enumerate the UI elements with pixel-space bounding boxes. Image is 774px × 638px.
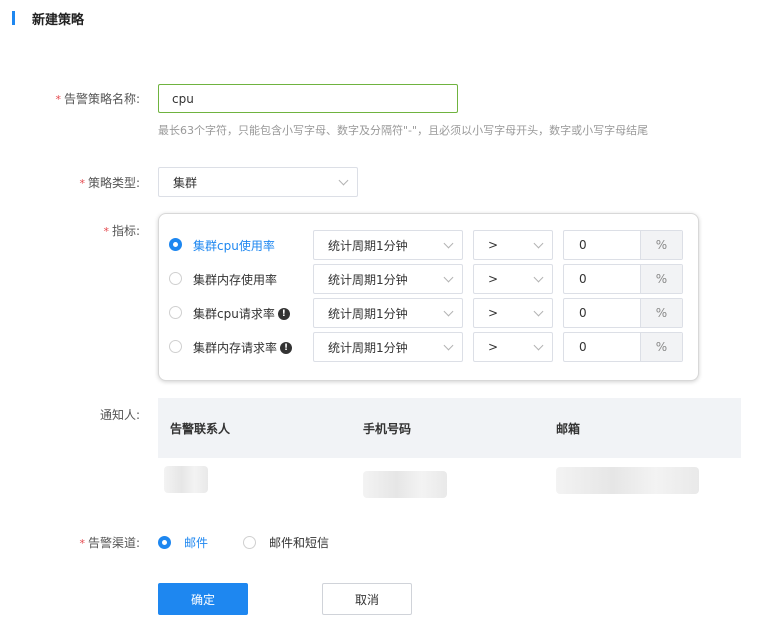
metrics-panel: 集群cpu使用率 统计周期1分钟 >0% 集群内存使用率 统计周期1分钟 >0% 集群cpu… (158, 213, 699, 381)
chevron-down-icon (533, 340, 544, 350)
metric-radio[interactable] (169, 272, 182, 285)
metric-row: 集群cpu请求率! 统计周期1分钟 >0% (159, 298, 698, 328)
radio-email[interactable] (158, 536, 171, 549)
page-header: 新建策略 (12, 10, 85, 28)
radio-email-sms[interactable] (243, 536, 256, 549)
threshold-value[interactable]: 0 (564, 231, 640, 259)
notify-label: 通知人: (99, 408, 140, 422)
channel-option-email-sms[interactable]: 邮件和短信 (243, 534, 329, 551)
column-header-phone: 手机号码 (363, 422, 412, 436)
metric-name[interactable]: 集群内存使用率 (193, 271, 277, 288)
required-mark: * (55, 93, 61, 106)
operator-select[interactable]: > (473, 230, 553, 260)
redacted-email (556, 467, 699, 494)
operator-select[interactable]: > (473, 264, 553, 294)
chevron-down-icon (533, 238, 544, 248)
metric-name[interactable]: 集群cpu使用率 (193, 237, 275, 254)
name-label: * 告警策略名称: (55, 92, 140, 106)
metric-radio[interactable] (169, 340, 182, 353)
threshold-value[interactable]: 0 (564, 299, 640, 327)
threshold-input[interactable]: 0% (563, 298, 683, 328)
metric-name[interactable]: 集群cpu请求率! (193, 305, 290, 322)
policy-name-input[interactable] (158, 84, 458, 113)
channel-email-label: 邮件 (184, 536, 209, 550)
chevron-down-icon (338, 175, 349, 185)
warning-icon: ! (280, 341, 293, 354)
threshold-input[interactable]: 0% (563, 332, 683, 362)
metric-radio[interactable] (169, 238, 182, 251)
channel-email-sms-label: 邮件和短信 (269, 536, 330, 550)
chevron-down-icon (443, 238, 454, 248)
redacted-phone (363, 471, 447, 498)
metric-radio[interactable] (169, 306, 182, 319)
unit-addon: % (640, 333, 682, 361)
policy-type-select[interactable]: 集群 (158, 167, 358, 197)
period-select[interactable]: 统计周期1分钟 (313, 230, 463, 260)
threshold-input[interactable]: 0% (563, 230, 683, 260)
column-header-email: 邮箱 (556, 422, 581, 436)
contacts-table-header: 告警联系人 手机号码 邮箱 (158, 398, 741, 458)
period-select[interactable]: 统计周期1分钟 (313, 264, 463, 294)
column-header-contact: 告警联系人 (170, 422, 231, 436)
unit-addon: % (640, 265, 682, 293)
channel-option-email[interactable]: 邮件 (158, 534, 208, 551)
chevron-down-icon (443, 306, 454, 316)
threshold-value[interactable]: 0 (564, 333, 640, 361)
unit-addon: % (640, 299, 682, 327)
required-mark: * (79, 537, 85, 550)
channel-label: * 告警渠道: (79, 536, 140, 550)
metric-row: 集群内存请求率! 统计周期1分钟 >0% (159, 332, 698, 362)
contacts-table: 告警联系人 手机号码 邮箱 (158, 398, 741, 498)
period-select[interactable]: 统计周期1分钟 (313, 298, 463, 328)
confirm-button[interactable]: 确定 (158, 583, 248, 615)
period-select[interactable]: 统计周期1分钟 (313, 332, 463, 362)
chevron-down-icon (533, 306, 544, 316)
chevron-down-icon (443, 340, 454, 350)
required-mark: * (79, 177, 85, 190)
threshold-value[interactable]: 0 (564, 265, 640, 293)
unit-addon: % (640, 231, 682, 259)
redacted-contact (164, 466, 208, 493)
type-label: * 策略类型: (79, 176, 140, 190)
operator-select[interactable]: > (473, 332, 553, 362)
threshold-input[interactable]: 0% (563, 264, 683, 294)
operator-select[interactable]: > (473, 298, 553, 328)
required-mark: * (103, 225, 109, 238)
metric-row: 集群cpu使用率 统计周期1分钟 >0% (159, 230, 698, 260)
policy-type-value: 集群 (173, 175, 198, 190)
cancel-button[interactable]: 取消 (322, 583, 412, 615)
name-hint: 最长63个字符，只能包含小写字母、数字及分隔符"-"，且必须以小写字母开头，数字… (158, 124, 649, 137)
metric-name[interactable]: 集群内存请求率! (193, 339, 293, 356)
metrics-label: * 指标: (103, 224, 140, 238)
title-accent-bar (12, 11, 15, 25)
metric-row: 集群内存使用率 统计周期1分钟 >0% (159, 264, 698, 294)
chevron-down-icon (533, 272, 544, 282)
page-title: 新建策略 (32, 12, 85, 28)
warning-icon: ! (277, 307, 290, 320)
chevron-down-icon (443, 272, 454, 282)
